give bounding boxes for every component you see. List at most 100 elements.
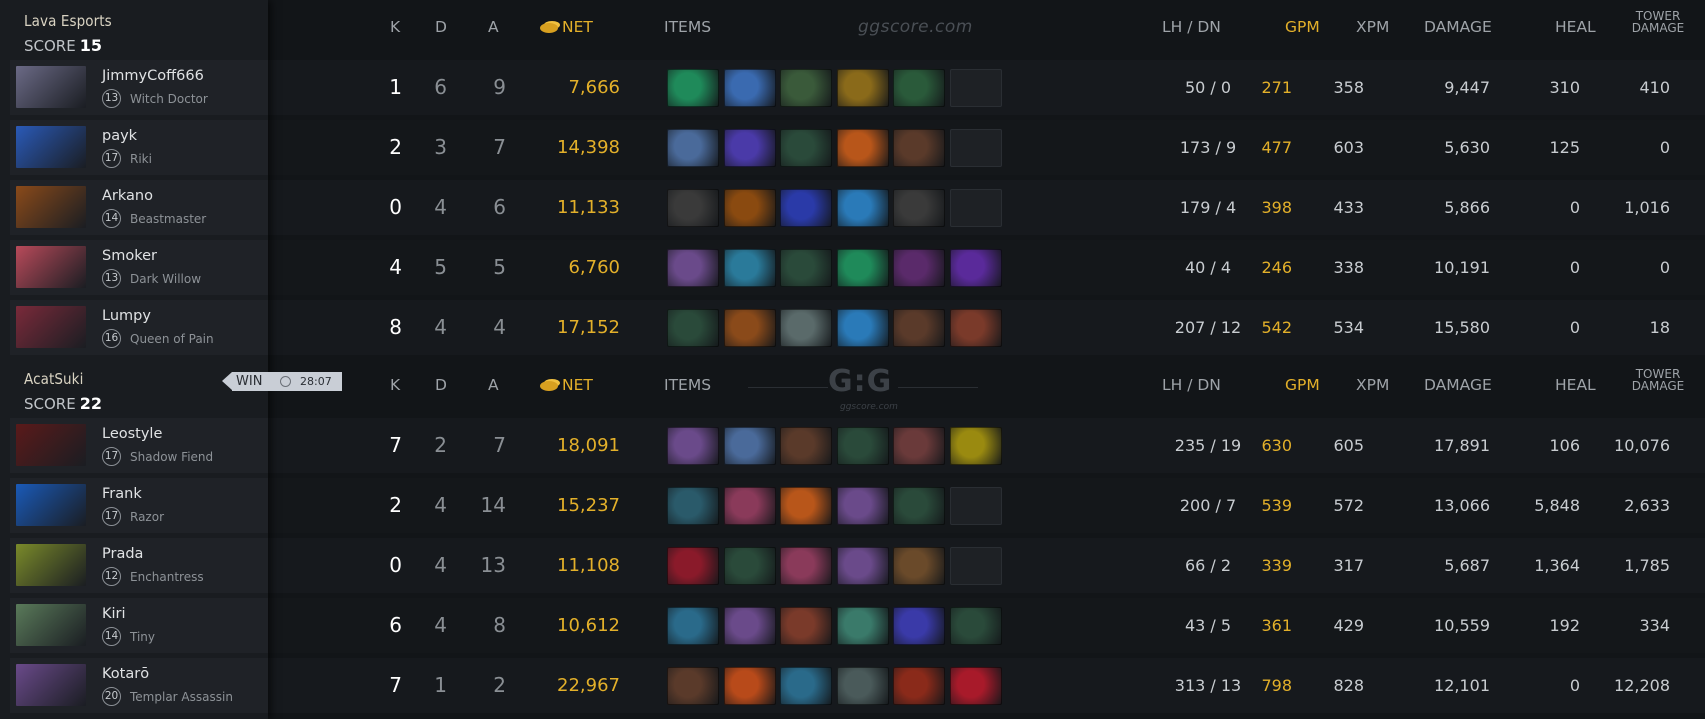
player-stats-row[interactable]: 7 2 7 18,091 235 / 19 630 605 17,891 106 10,076: [268, 418, 1705, 473]
item-icon[interactable]: [723, 667, 776, 705]
item-icon[interactable]: [723, 249, 776, 287]
item-icon[interactable]: [723, 69, 776, 107]
player-card[interactable]: payk 17 Riki: [10, 120, 268, 175]
header-d[interactable]: D: [435, 376, 447, 394]
player-stats-row[interactable]: 0 4 13 11,108 66 / 2 339 317 5,687 1,364 1,785: [268, 538, 1705, 593]
player-name[interactable]: Arkano: [102, 188, 153, 204]
player-card[interactable]: Kotarō 20 Templar Assassin: [10, 658, 268, 713]
header-heal[interactable]: HEAL: [1555, 18, 1596, 36]
header-damage[interactable]: DAMAGE: [1424, 18, 1492, 36]
header-tower-damage[interactable]: TOWER DAMAGE: [1618, 10, 1698, 34]
item-icon[interactable]: [893, 667, 945, 705]
header-net[interactable]: NET: [540, 376, 593, 394]
item-icon[interactable]: [893, 547, 945, 585]
player-name[interactable]: Smoker: [102, 248, 157, 264]
item-icon[interactable]: [836, 547, 889, 585]
item-icon[interactable]: [836, 189, 889, 227]
item-icon[interactable]: [780, 69, 832, 107]
item-icon[interactable]: [667, 129, 719, 167]
item-icon[interactable]: [949, 667, 1002, 705]
player-stats-row[interactable]: 0 4 6 11,133 179 / 4 398 433 5,866 0 1,016: [268, 180, 1705, 235]
player-stats-row[interactable]: 1 6 9 7,666 50 / 0 271 358 9,447 310 410: [268, 60, 1705, 115]
item-icon[interactable]: [893, 189, 945, 227]
player-stats-row[interactable]: 7 1 2 22,967 313 / 13 798 828 12,101 0 12,208: [268, 658, 1705, 713]
item-icon[interactable]: [780, 547, 832, 585]
header-lh-dn[interactable]: LH / DN: [1162, 18, 1221, 36]
item-icon[interactable]: [893, 129, 945, 167]
item-icon[interactable]: [780, 309, 832, 347]
item-icon[interactable]: [780, 487, 832, 525]
item-icon[interactable]: [893, 487, 945, 525]
header-items[interactable]: ITEMS: [664, 18, 711, 36]
player-name[interactable]: Frank: [102, 486, 142, 502]
header-a[interactable]: A: [488, 18, 499, 36]
item-icon[interactable]: [667, 309, 719, 347]
player-name[interactable]: Kiri: [102, 606, 126, 622]
player-stats-row[interactable]: 6 4 8 10,612 43 / 5 361 429 10,559 192 334: [268, 598, 1705, 653]
header-xpm[interactable]: XPM: [1356, 18, 1389, 36]
item-icon[interactable]: [667, 189, 719, 227]
header-gpm[interactable]: GPM: [1285, 376, 1320, 394]
player-name[interactable]: Kotarō: [102, 666, 149, 682]
item-icon[interactable]: [723, 189, 776, 227]
item-icon[interactable]: [893, 607, 945, 645]
empty-item-slot[interactable]: [949, 69, 1002, 107]
header-lh-dn[interactable]: LH / DN: [1162, 376, 1221, 394]
item-icon[interactable]: [667, 607, 719, 645]
header-k[interactable]: K: [390, 376, 400, 394]
header-d[interactable]: D: [435, 18, 447, 36]
item-icon[interactable]: [949, 607, 1002, 645]
item-icon[interactable]: [949, 427, 1002, 465]
item-icon[interactable]: [667, 249, 719, 287]
item-icon[interactable]: [723, 129, 776, 167]
item-icon[interactable]: [667, 487, 719, 525]
player-card[interactable]: Arkano 14 Beastmaster: [10, 180, 268, 235]
item-icon[interactable]: [780, 667, 832, 705]
header-items[interactable]: ITEMS: [664, 376, 711, 394]
item-icon[interactable]: [836, 607, 889, 645]
header-xpm[interactable]: XPM: [1356, 376, 1389, 394]
item-icon[interactable]: [723, 487, 776, 525]
item-icon[interactable]: [723, 427, 776, 465]
player-name[interactable]: JimmyCoff666: [102, 68, 204, 84]
player-name[interactable]: Leostyle: [102, 426, 162, 442]
player-card[interactable]: Frank 17 Razor: [10, 478, 268, 533]
item-icon[interactable]: [667, 547, 719, 585]
header-k[interactable]: K: [390, 18, 400, 36]
item-icon[interactable]: [723, 309, 776, 347]
player-card[interactable]: JimmyCoff666 13 Witch Doctor: [10, 60, 268, 115]
header-heal[interactable]: HEAL: [1555, 376, 1596, 394]
player-stats-row[interactable]: 2 4 14 15,237 200 / 7 539 572 13,066 5,848 2,633: [268, 478, 1705, 533]
player-card[interactable]: Prada 12 Enchantress: [10, 538, 268, 593]
empty-item-slot[interactable]: [949, 547, 1002, 585]
item-icon[interactable]: [780, 249, 832, 287]
item-icon[interactable]: [836, 667, 889, 705]
player-card[interactable]: Smoker 13 Dark Willow: [10, 240, 268, 295]
header-damage[interactable]: DAMAGE: [1424, 376, 1492, 394]
item-icon[interactable]: [949, 249, 1002, 287]
item-icon[interactable]: [836, 309, 889, 347]
item-icon[interactable]: [949, 309, 1002, 347]
item-icon[interactable]: [836, 249, 889, 287]
item-icon[interactable]: [893, 249, 945, 287]
item-icon[interactable]: [780, 129, 832, 167]
item-icon[interactable]: [893, 427, 945, 465]
item-icon[interactable]: [667, 667, 719, 705]
item-icon[interactable]: [780, 427, 832, 465]
player-name[interactable]: payk: [102, 128, 137, 144]
header-tower-damage[interactable]: TOWER DAMAGE: [1618, 368, 1698, 392]
player-stats-row[interactable]: 4 5 5 6,760 40 / 4 246 338 10,191 0 0: [268, 240, 1705, 295]
item-icon[interactable]: [667, 427, 719, 465]
item-icon[interactable]: [780, 189, 832, 227]
item-icon[interactable]: [836, 129, 889, 167]
player-name[interactable]: Lumpy: [102, 308, 151, 324]
header-gpm[interactable]: GPM: [1285, 18, 1320, 36]
item-icon[interactable]: [780, 607, 832, 645]
item-icon[interactable]: [836, 69, 889, 107]
item-icon[interactable]: [667, 69, 719, 107]
empty-item-slot[interactable]: [949, 129, 1002, 167]
item-icon[interactable]: [723, 547, 776, 585]
player-name[interactable]: Prada: [102, 546, 143, 562]
player-card[interactable]: Lumpy 16 Queen of Pain: [10, 300, 268, 355]
player-stats-row[interactable]: 8 4 4 17,152 207 / 12 542 534 15,580 0 18: [268, 300, 1705, 355]
